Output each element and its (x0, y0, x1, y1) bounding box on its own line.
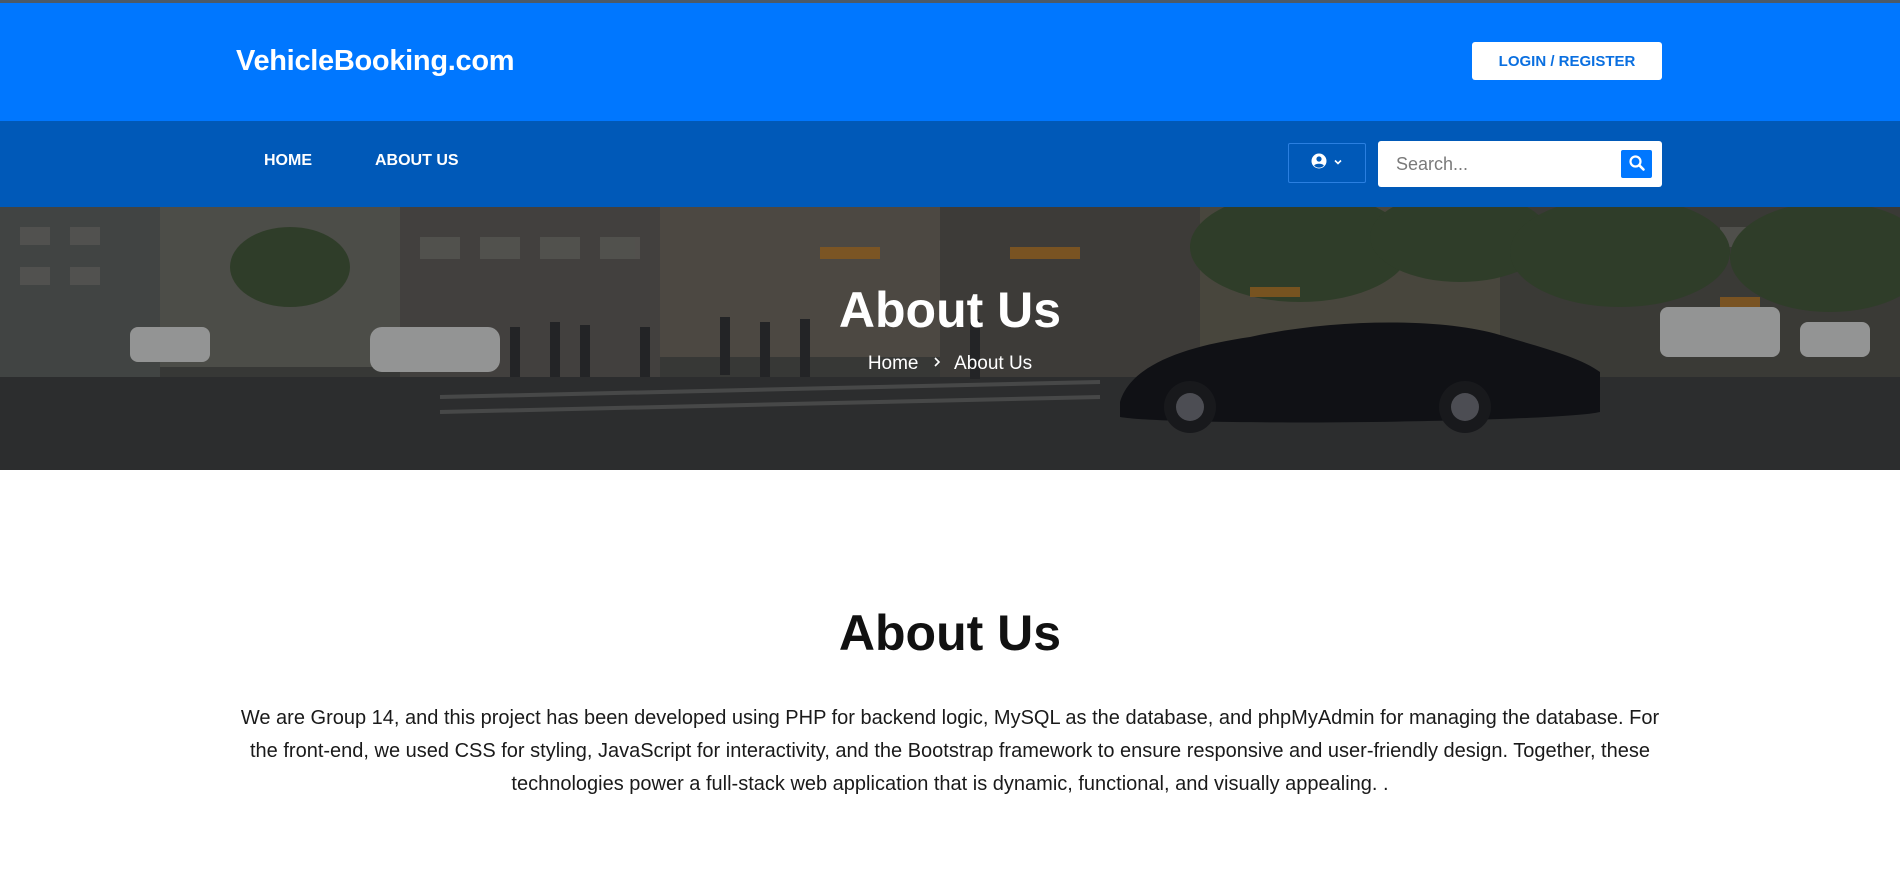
hero-banner: About Us Home About Us (0, 207, 1900, 470)
site-logo[interactable]: VehicleBooking.com (236, 45, 515, 78)
about-section-title: About Us (838, 605, 1062, 661)
login-register-button[interactable]: LOGIN / REGISTER (1472, 42, 1662, 80)
search-button[interactable] (1621, 150, 1652, 178)
nav-item-about-us[interactable]: ABOUT US (375, 152, 459, 170)
breadcrumb-current: About Us (954, 353, 1033, 374)
breadcrumb-home-link[interactable]: Home (868, 353, 919, 374)
chevron-right-icon (932, 355, 942, 372)
search-box (1378, 141, 1662, 187)
about-description: We are Group 14, and this project has be… (240, 707, 1660, 795)
main-navbar: HOME ABOUT US (0, 121, 1900, 207)
site-header: VehicleBooking.com LOGIN / REGISTER (0, 3, 1900, 121)
user-dropdown-button[interactable] (1288, 143, 1366, 183)
chevron-down-icon (1333, 154, 1343, 172)
hero-title: About Us (838, 282, 1062, 338)
breadcrumb: Home About Us (0, 353, 1900, 375)
search-input[interactable] (1378, 141, 1618, 187)
search-icon (1628, 154, 1646, 175)
user-circle-icon (1311, 153, 1327, 174)
nav-item-home[interactable]: HOME (264, 152, 312, 170)
